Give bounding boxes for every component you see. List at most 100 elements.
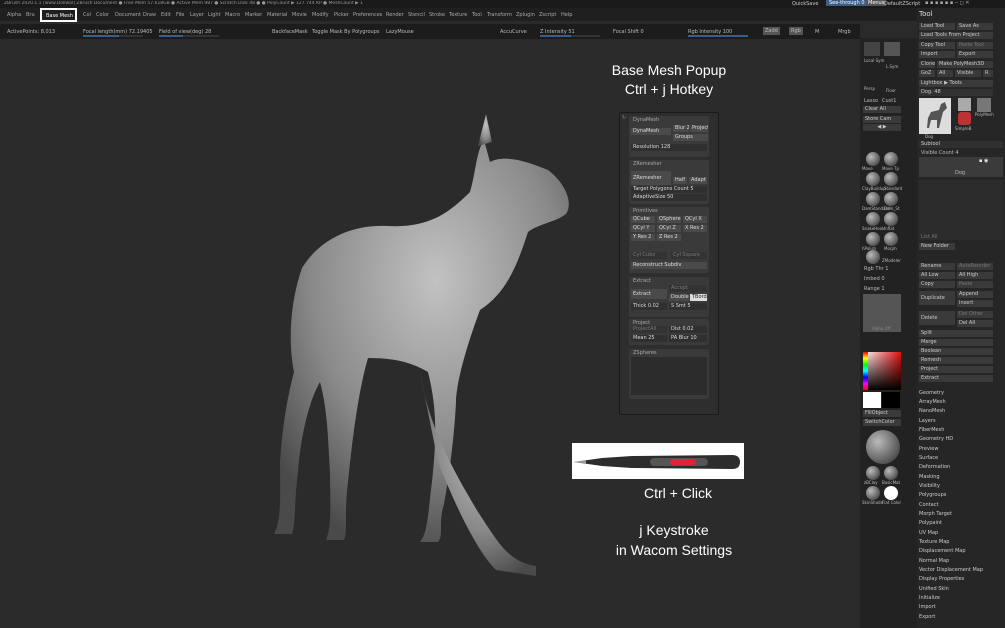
bpr-button[interactable] (884, 42, 900, 56)
canvas-viewport[interactable]: Base Mesh Popup Ctrl + j Hotkey Ctrl + C… (8, 42, 860, 624)
cam-arrows[interactable]: ◀ ▶ (863, 124, 901, 131)
section-surface[interactable]: Surface (919, 455, 938, 461)
section-vector-displacement-map[interactable]: Vector Displacement Map (919, 567, 983, 573)
section-initialize[interactable]: Initialize (919, 595, 940, 601)
dog-tool-slider[interactable]: Dog. 48 (919, 89, 993, 96)
snakehook-brush-icon[interactable] (866, 212, 880, 226)
z-res-slider[interactable]: Z Res 2 (657, 234, 681, 241)
focal-length-track[interactable] (83, 35, 143, 37)
store-cam-button[interactable]: Store Cam (863, 116, 901, 123)
qcyl-x-button[interactable]: QCyl X (683, 216, 707, 223)
cyl-square-button[interactable]: Cyl Square (671, 252, 707, 259)
m-button[interactable]: M (815, 29, 819, 35)
accucurve-toggle[interactable]: AccuCurve (500, 29, 527, 35)
load-tool-button[interactable]: Load Tool (919, 23, 955, 30)
list-all-button[interactable]: List All (921, 234, 938, 240)
fill-object-button[interactable]: FillObject (863, 410, 901, 417)
r-button[interactable]: R (983, 70, 993, 77)
menu-marker[interactable]: Marker (245, 12, 262, 18)
all-button[interactable]: All (937, 70, 953, 77)
load-tools-project-button[interactable]: Load Tools From Project (919, 32, 993, 39)
menu-modify[interactable]: Modify (312, 12, 329, 18)
x-res-slider[interactable]: X Res 2 (683, 225, 707, 232)
section-geometry-hd[interactable]: Geometry HD (919, 436, 953, 442)
zbclay-material-icon[interactable] (866, 466, 880, 480)
morph-brush-icon[interactable] (884, 232, 898, 246)
section-preview[interactable]: Preview (919, 446, 938, 452)
menu-col[interactable]: Col (83, 12, 91, 18)
material-sphere[interactable] (866, 430, 900, 464)
qcyl-y-button[interactable]: QCyl Y (631, 225, 655, 232)
tborder-toggle[interactable]: TBorder (690, 294, 707, 301)
default-zscript-button[interactable]: DefaultZScript (884, 1, 920, 7)
section-texture-map[interactable]: Texture Map (919, 539, 949, 545)
menu-zplugin[interactable]: Zplugin (516, 12, 535, 18)
secondary-color-swatch[interactable] (882, 392, 900, 408)
hpolish-brush-icon[interactable] (866, 232, 880, 246)
cyl-cube-button[interactable]: Cyl Cube (631, 252, 667, 259)
menu-alpha[interactable]: Alpha (7, 12, 21, 18)
export-button[interactable]: Export (957, 51, 993, 58)
focal-shift-slider[interactable]: Focal Shift 0 (613, 29, 644, 35)
merge-button[interactable]: Merge (919, 339, 993, 346)
all-low-button[interactable]: All Low (919, 272, 955, 279)
thick-slider[interactable]: Thick 0.02 (631, 303, 667, 310)
dynamesh-blur-slider[interactable]: Blur 2 (673, 125, 689, 132)
boolean-button[interactable]: Boolean (919, 348, 993, 355)
menu-material[interactable]: Material (267, 12, 287, 18)
zremesher-half-button[interactable]: Half (673, 177, 687, 184)
lazy-mouse-toggle[interactable]: LazyMouse (386, 29, 414, 35)
base-mesh-menu-highlight[interactable]: Base Mesh (40, 8, 77, 22)
resolution-slider[interactable]: Resolution 128 (631, 144, 707, 151)
menu-zscript[interactable]: Zscript (539, 12, 556, 18)
rgb-button[interactable]: Rgb (789, 27, 803, 35)
extract-button[interactable]: Extract (631, 289, 667, 299)
polymesh-thumbnail[interactable] (977, 98, 991, 112)
local-sym-label[interactable]: Local Sym (864, 58, 884, 63)
claybuildup-brush-icon[interactable] (866, 172, 880, 186)
menu-light[interactable]: Light (208, 12, 220, 18)
section-geometry[interactable]: Geometry (919, 390, 944, 396)
zspheres-area[interactable] (631, 357, 707, 395)
y-res-slider[interactable]: Y Res 2 (631, 234, 655, 241)
del-other-button[interactable]: Del Other (957, 311, 993, 318)
simplebrush-thumbnail[interactable] (958, 112, 971, 125)
quicksave-button[interactable]: QuickSave (792, 1, 818, 7)
mrgb-button[interactable]: Mrgb (838, 29, 851, 35)
double-toggle[interactable]: Double (669, 294, 689, 301)
visible-button[interactable]: Visible (955, 70, 981, 77)
imbed-slider[interactable]: Imbed 0 (864, 276, 885, 282)
menu-tool[interactable]: Tool (472, 12, 482, 18)
goz-button[interactable]: GoZ (919, 70, 935, 77)
duplicate-button[interactable]: Duplicate (919, 291, 955, 305)
move-tp-brush-icon[interactable] (884, 152, 898, 166)
menu-draw[interactable]: Draw (143, 12, 156, 18)
section-layers[interactable]: Layers (919, 418, 936, 424)
menu-layer[interactable]: Layer (190, 12, 204, 18)
menu-stencil[interactable]: Stencil (408, 12, 425, 18)
split-button[interactable]: Split (919, 330, 993, 337)
qsphere-button[interactable]: QSphere (657, 216, 681, 223)
menu-file[interactable]: File (176, 12, 184, 18)
insert-button[interactable]: Insert (957, 300, 993, 307)
dynamesh-button[interactable]: DynaMesh (631, 128, 671, 135)
subtool-item[interactable]: Dog ▪ ◉ (919, 157, 1003, 177)
paste-button[interactable]: Paste (957, 281, 993, 288)
zmodeler-brush-icon[interactable] (866, 250, 880, 264)
persp-label[interactable]: Persp (864, 86, 875, 91)
toggle-mask-polygroups[interactable]: Toggle Mask By Polygroups (312, 29, 379, 35)
subtool-header[interactable]: Subtool (919, 141, 1003, 148)
scroll-button[interactable] (864, 42, 880, 56)
visible-count-slider[interactable]: Visible Count 4 (921, 150, 959, 156)
pa-blur-slider[interactable]: PA Blur 10 (669, 335, 707, 342)
section-masking[interactable]: Masking (919, 474, 940, 480)
range-slider[interactable]: Range 1 (864, 286, 885, 292)
window-controls[interactable]: ▪ ▪ ▪ ▪ ▪ ▪ ─ ◻ ✕ (925, 0, 969, 6)
fov-track[interactable] (159, 35, 219, 37)
color-picker[interactable] (863, 352, 901, 390)
paste-tool-button[interactable]: Paste Tool (957, 42, 993, 49)
floor-label[interactable]: Floor (886, 88, 896, 93)
save-as-button[interactable]: Save As (957, 23, 993, 30)
section-fibermesh[interactable]: FiberMesh (919, 427, 944, 433)
subtool-visibility-icon[interactable]: ▪ ◉ (979, 158, 988, 164)
